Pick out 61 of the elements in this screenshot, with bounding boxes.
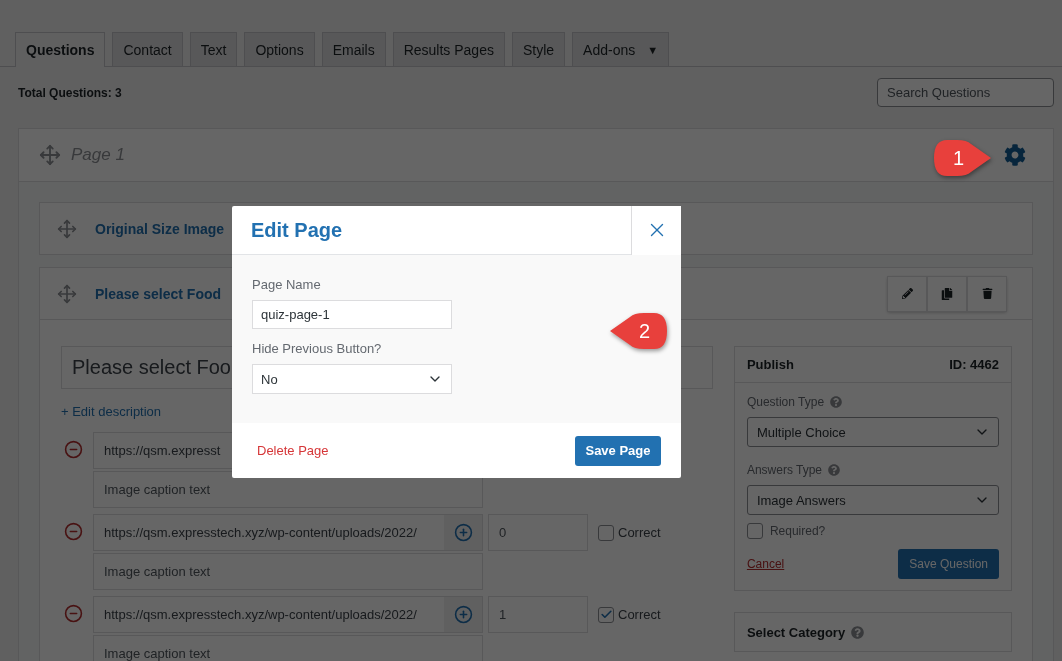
question-id: ID: 4462 <box>949 357 999 372</box>
move-icon[interactable] <box>39 144 61 166</box>
correct-checkbox[interactable] <box>598 606 614 623</box>
panel-title: Publish <box>746 357 794 372</box>
tab[interactable]: Style <box>511 32 566 66</box>
field-label: Answers Type <box>746 463 823 477</box>
trash-icon <box>981 288 993 299</box>
hide-previous-select[interactable]: No <box>252 364 452 394</box>
save-page-button[interactable]: Save Page <box>575 435 661 466</box>
edit-description-link[interactable]: + Edit description <box>61 404 162 419</box>
pencil-icon <box>901 288 913 299</box>
checkbox-label: Required? <box>769 524 826 538</box>
panel-title: Select Category <box>746 624 846 640</box>
tab[interactable]: Add-ons ▼ <box>572 32 670 66</box>
tab[interactable]: Emails <box>321 32 386 66</box>
tab[interactable]: Contact <box>112 32 183 66</box>
delete-button[interactable] <box>967 275 1007 312</box>
answers-type-select[interactable]: Image Answers <box>746 485 999 515</box>
callout-badge: 1 <box>933 138 991 178</box>
edit-button[interactable] <box>887 275 927 312</box>
help-icon[interactable] <box>851 625 865 639</box>
copy-icon <box>941 287 953 300</box>
move-icon[interactable] <box>57 283 77 304</box>
tab[interactable]: Results Pages <box>392 32 505 66</box>
settings-icon[interactable] <box>1004 144 1026 166</box>
dialog-title: Edit Page <box>250 218 344 242</box>
question-type-select[interactable]: Multiple Choice <box>746 417 999 447</box>
close-button[interactable] <box>631 205 681 255</box>
help-icon[interactable] <box>830 396 843 408</box>
move-icon[interactable] <box>57 218 77 239</box>
save-question-button[interactable]: Save Question <box>898 549 999 579</box>
callout-badge: 2 <box>610 311 668 351</box>
remove-icon[interactable] <box>64 604 83 623</box>
remove-icon[interactable] <box>64 440 83 459</box>
points-field[interactable]: 0 <box>488 514 588 551</box>
checkbox-label: Correct <box>618 525 661 540</box>
correct-checkbox[interactable] <box>598 524 614 541</box>
checkbox-label: Correct <box>618 607 661 622</box>
duplicate-button[interactable] <box>927 275 967 312</box>
caret-icon: ▼ <box>647 32 659 67</box>
field-label: Page Name <box>252 277 322 292</box>
delete-page-link[interactable]: Delete Page <box>257 443 329 458</box>
page-name-field[interactable]: quiz-page-1 <box>252 300 452 329</box>
field-label: Question Type <box>746 395 825 409</box>
tab[interactable]: Questions <box>15 32 106 67</box>
add-icon[interactable] <box>444 515 482 550</box>
image-url-field[interactable]: https://qsm.expresstech.xyz/wp-content/uploads/2022/ <box>93 514 483 551</box>
help-icon[interactable] <box>828 464 841 476</box>
search-field[interactable]: Search Questions <box>877 78 1054 107</box>
cancel-link[interactable]: Cancel <box>746 557 785 571</box>
question-count: Total Questions: 3 <box>18 85 122 100</box>
points-field[interactable]: 1 <box>488 596 588 633</box>
required-checkbox[interactable] <box>746 523 763 539</box>
field-label: Hide Previous Button? <box>252 341 383 356</box>
caption-field[interactable]: Image caption text <box>93 635 483 661</box>
tab[interactable]: Options <box>244 32 315 66</box>
image-url-field[interactable]: https://qsm.expresstech.xyz/wp-content/uploads/2022/ <box>93 596 483 633</box>
remove-icon[interactable] <box>64 522 83 541</box>
add-icon[interactable] <box>444 597 482 632</box>
tab[interactable]: Text <box>189 32 238 66</box>
caption-field[interactable]: Image caption text <box>93 553 483 590</box>
